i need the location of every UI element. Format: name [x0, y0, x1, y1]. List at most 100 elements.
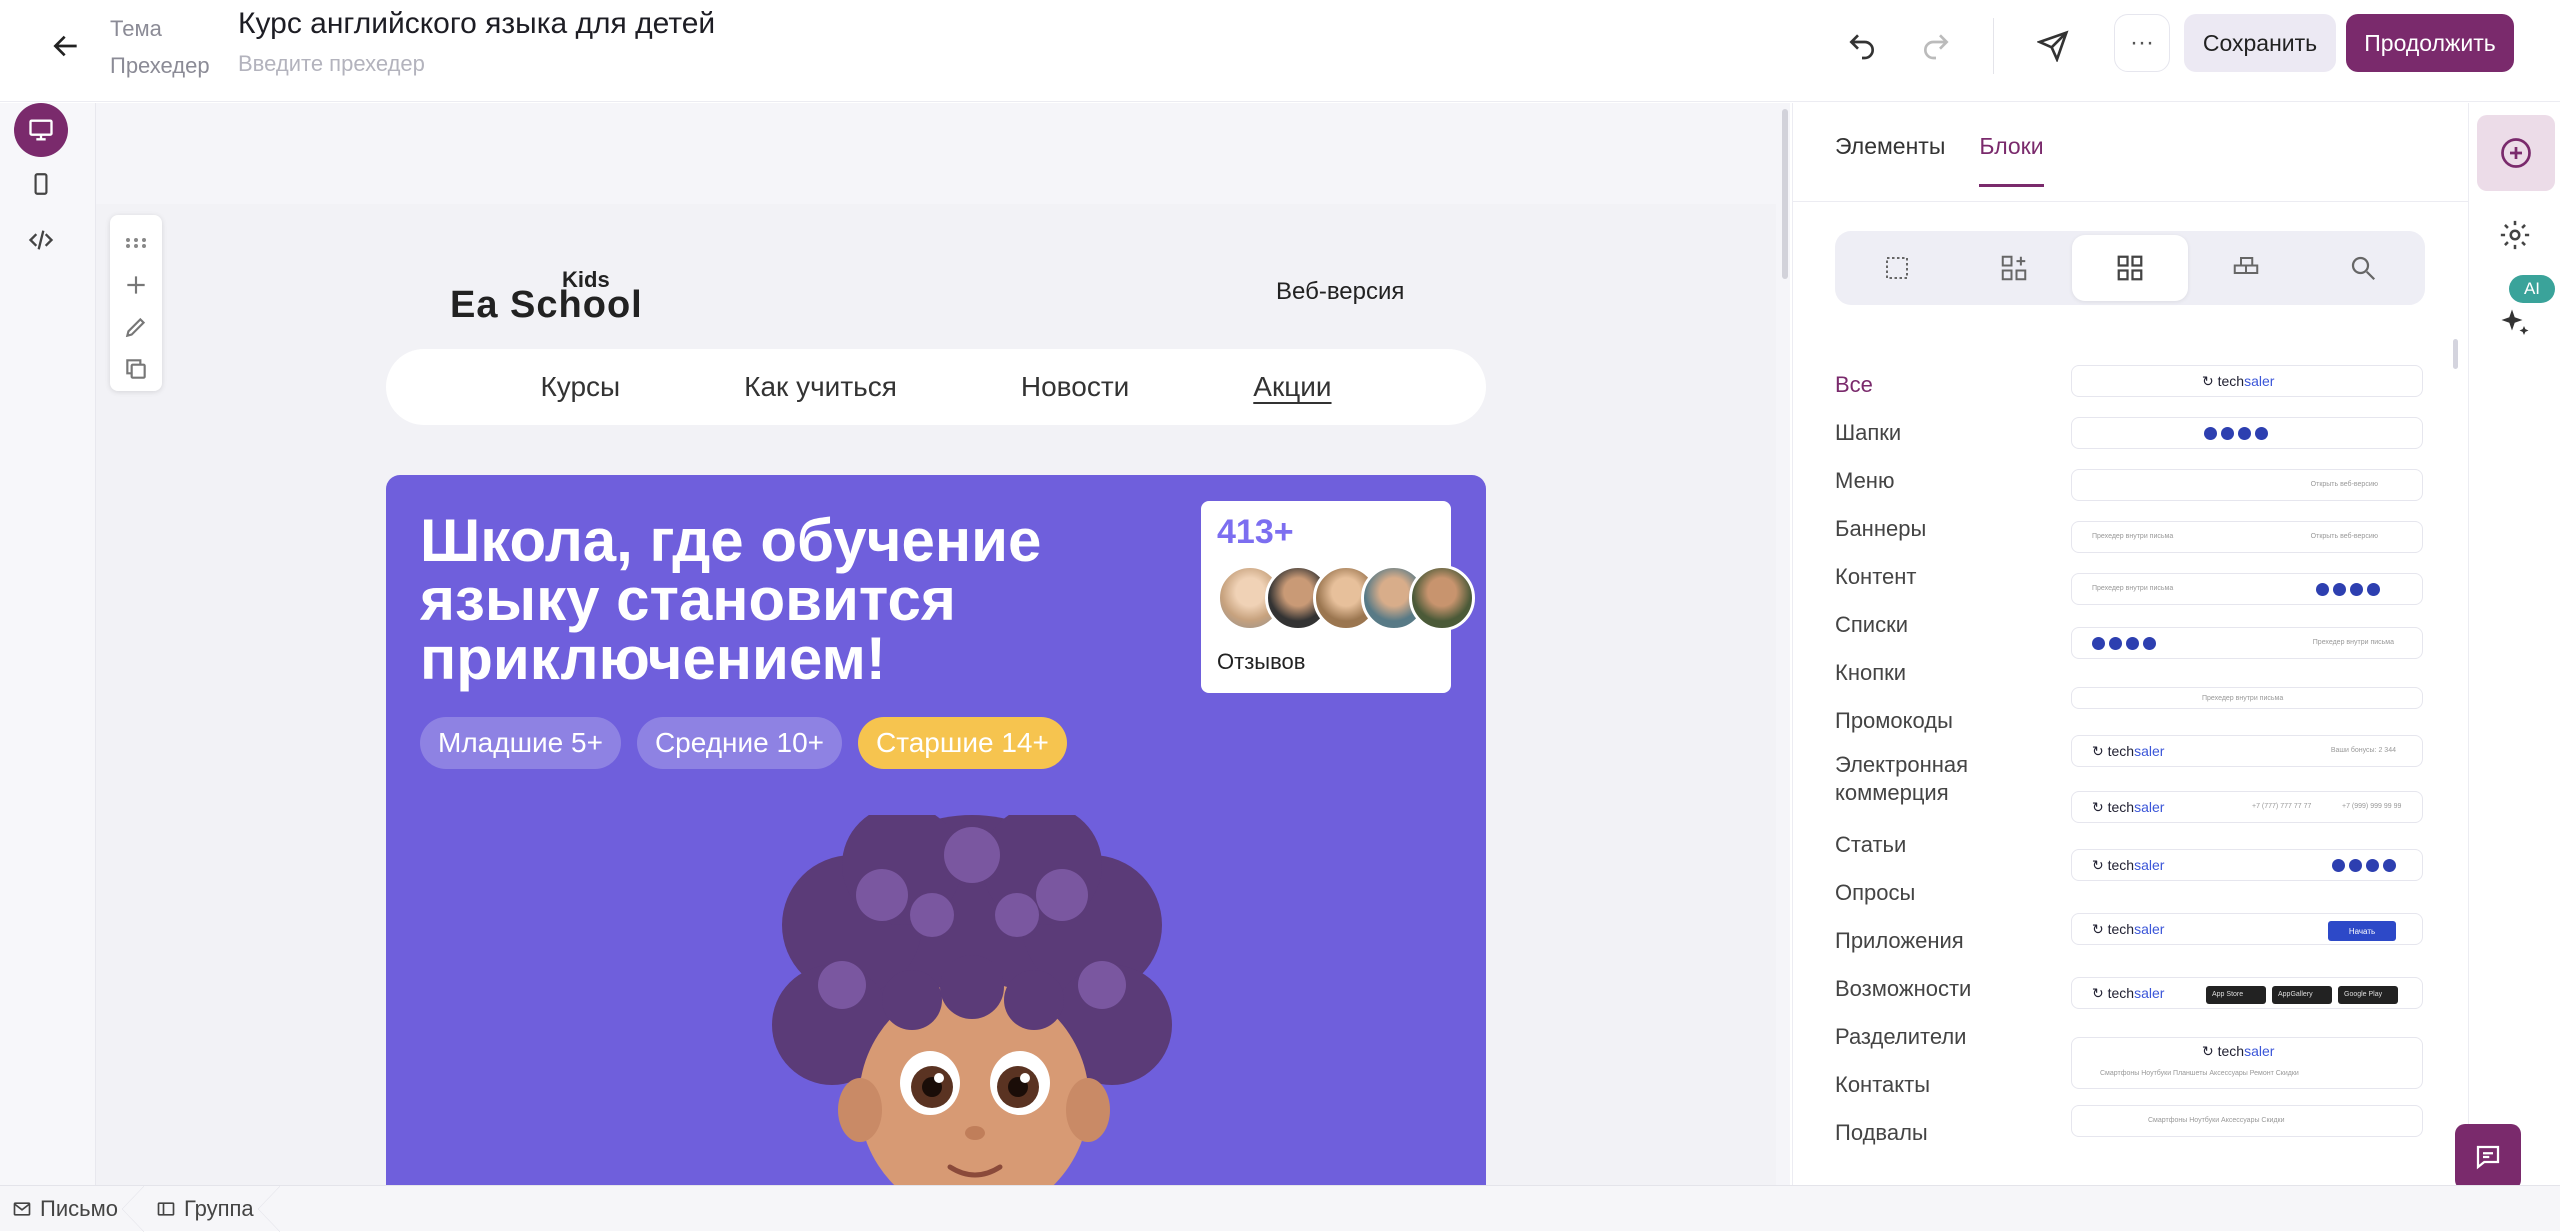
preheader-label: Прехедер	[110, 53, 210, 78]
right-rail: AI	[2468, 103, 2560, 1185]
filter-empty-blocks[interactable]	[1839, 235, 1955, 301]
breadcrumb-label: Письмо	[40, 1195, 118, 1221]
category-all[interactable]: Все	[1835, 361, 2035, 409]
block-thumbnail[interactable]: ↻ techsaler +7 (777) 777 77 77 +7 (999) …	[2071, 791, 2423, 823]
edit-block-tool[interactable]	[118, 309, 154, 345]
google-play-badge: Google Play	[2338, 986, 2398, 1004]
code-view-button[interactable]	[14, 213, 68, 267]
more-button[interactable]: ···	[2114, 14, 2170, 72]
save-button[interactable]: Сохранить	[2184, 14, 2336, 72]
category-promo-codes[interactable]: Промокоды	[1835, 697, 2035, 745]
redo-button[interactable]	[1912, 22, 1960, 70]
category-menu[interactable]: Меню	[1835, 457, 2035, 505]
block-thumbnail[interactable]: Прехедер внутри письма	[2071, 627, 2423, 659]
mobile-view-button[interactable]	[14, 157, 68, 211]
category-contacts[interactable]: Контакты	[1835, 1061, 2035, 1109]
filter-add-blocks[interactable]	[1955, 235, 2071, 301]
category-dividers[interactable]: Разделители	[1835, 1013, 2035, 1061]
avatar	[1409, 565, 1475, 631]
add-content-button[interactable]	[2477, 115, 2555, 191]
block-thumbnail[interactable]: Прехедер внутри письма	[2071, 573, 2423, 605]
copy-icon	[126, 359, 146, 379]
category-articles[interactable]: Статьи	[1835, 821, 2035, 869]
pencil-icon	[125, 317, 146, 338]
undo-icon	[1849, 34, 1874, 60]
thumb-balance: Ваши бонусы: 2 344	[2330, 747, 2396, 754]
block-thumbnail[interactable]: Прехедер внутри письма Открыть веб-верси…	[2071, 521, 2423, 553]
category-headers[interactable]: Шапки	[1835, 409, 2035, 457]
block-thumbnail[interactable]: ↻ techsaler App Store AppGallery Google …	[2071, 977, 2423, 1009]
techsaler-logo: ↻ techsaler	[2202, 373, 2275, 389]
thumb-phone: +7 (777) 777 77 77	[2252, 803, 2312, 810]
toolbar-divider	[1993, 18, 1994, 74]
ai-assistant-button[interactable]	[2491, 299, 2539, 347]
duplicate-block-tool[interactable]	[118, 351, 154, 387]
desktop-view-button[interactable]	[14, 103, 68, 157]
breadcrumb-item-letter[interactable]: Письмо	[0, 1185, 144, 1232]
canvas-scrollbar[interactable]	[1782, 109, 1788, 279]
logo-main-text: Ea School	[450, 284, 643, 326]
drag-handle[interactable]	[118, 225, 154, 261]
category-content[interactable]: Контент	[1835, 553, 2035, 601]
web-version-link[interactable]: Веб-версия	[1276, 278, 1404, 306]
breadcrumb: Письмо Группа	[0, 1185, 2560, 1232]
code-icon	[28, 230, 54, 250]
subject-input[interactable]: Курс английского языка для детей	[238, 4, 715, 44]
category-apps[interactable]: Приложения	[1835, 917, 2035, 965]
block-thumbnail[interactable]: ↻ techsaler	[2071, 849, 2423, 881]
category-surveys[interactable]: Опросы	[1835, 869, 2035, 917]
filter-search[interactable]	[2305, 235, 2421, 301]
undo-button[interactable]	[1838, 22, 1886, 70]
filter-all-blocks[interactable]	[2071, 235, 2189, 301]
category-features[interactable]: Возможности	[1835, 965, 2035, 1013]
nav-item-promotions[interactable]: Акции	[1253, 371, 1331, 403]
plus-icon	[127, 276, 145, 294]
block-thumbnail[interactable]: Прехедер внутри письма	[2071, 687, 2423, 709]
mobile-icon	[34, 173, 48, 195]
block-thumbnail[interactable]: ↻ techsaler Смартфоны Ноутбуки Планшеты …	[2071, 1037, 2423, 1089]
sidebar-scrollbar[interactable]	[2453, 339, 2458, 369]
social-icons	[2316, 583, 2380, 596]
category-banners[interactable]: Баннеры	[1835, 505, 2035, 553]
social-icons	[2092, 637, 2156, 650]
block-thumbnail[interactable]: ↻ techsaler	[2071, 365, 2423, 397]
app-store-badge: App Store	[2206, 986, 2266, 1004]
category-lists[interactable]: Списки	[1835, 601, 2035, 649]
category-buttons[interactable]: Кнопки	[1835, 649, 2035, 697]
preheader-input[interactable]: Введите прехедер	[238, 44, 715, 84]
thumb-menu-items: Смартфоны Ноутбуки Планшеты Аксессуары Р…	[2100, 1070, 2299, 1077]
support-chat-button[interactable]	[2455, 1124, 2521, 1190]
sidebar-divider	[1793, 201, 2469, 202]
hero-title: Школа, где обучение языку становится при…	[420, 507, 1042, 692]
send-test-button[interactable]	[2029, 22, 2077, 70]
block-thumbnail[interactable]: ↻ techsaler Ваши бонусы: 2 344	[2071, 735, 2423, 767]
block-thumbnail[interactable]: Смартфоны Ноутбуки Аксессуары Скидки	[2071, 1105, 2423, 1137]
block-thumbnail[interactable]	[2071, 417, 2423, 449]
filter-saved-blocks[interactable]	[2188, 235, 2304, 301]
back-button[interactable]	[44, 24, 88, 68]
category-footers[interactable]: Подвалы	[1835, 1109, 2035, 1157]
category-ecommerce[interactable]: Электронная коммерция	[1835, 745, 2035, 821]
tag-senior: Старшие 14+	[858, 717, 1067, 769]
techsaler-logo: ↻ techsaler	[2202, 1043, 2275, 1059]
continue-button[interactable]: Продолжить	[2346, 14, 2514, 72]
add-block-tool[interactable]	[118, 267, 154, 303]
nav-item-courses[interactable]: Курсы	[540, 371, 620, 403]
block-thumbnail[interactable]: Открыть веб-версию	[2071, 469, 2423, 501]
block-toolbar	[110, 215, 162, 391]
thumb-preheader: Прехедер внутри письма	[2202, 695, 2284, 702]
tab-blocks[interactable]: Блоки	[1979, 133, 2044, 187]
nav-item-how-to-learn[interactable]: Как учиться	[744, 371, 897, 403]
settings-button[interactable]	[2491, 211, 2539, 259]
tag-middle: Средние 10+	[636, 717, 842, 769]
nav-item-news[interactable]: Новости	[1021, 371, 1129, 403]
sidebar-tabs: Элементы Блоки	[1835, 133, 2044, 187]
reviews-count: 413+	[1217, 513, 1294, 551]
tab-elements[interactable]: Элементы	[1835, 133, 1945, 187]
hero-banner[interactable]: Школа, где обучение языку становится при…	[386, 475, 1486, 1190]
thumb-web-version: Открыть веб-версию	[2310, 533, 2378, 540]
breadcrumb-item-group[interactable]: Группа	[144, 1185, 280, 1232]
block-thumbnail[interactable]: ↻ techsaler Начать	[2071, 913, 2423, 945]
techsaler-logo: ↻ techsaler	[2092, 985, 2165, 1001]
drag-dots-icon	[126, 238, 146, 248]
